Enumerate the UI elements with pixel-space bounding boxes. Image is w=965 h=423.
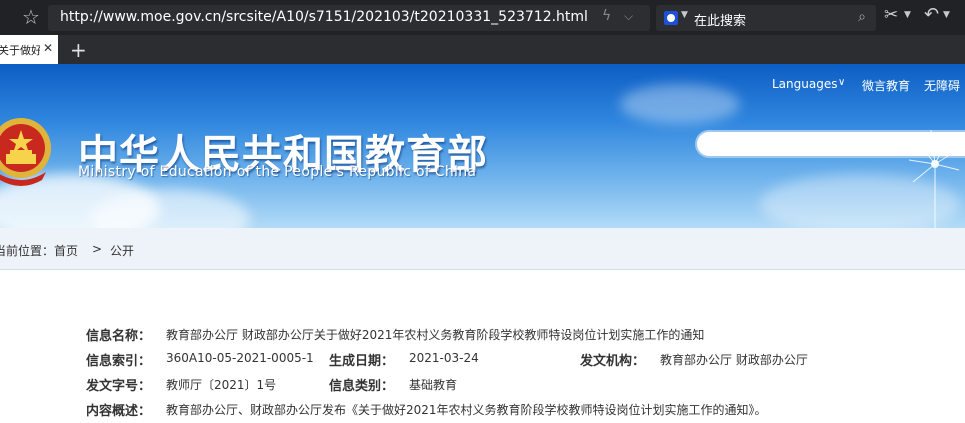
site-title-en: Ministry of Education of the People's Re… [78,164,477,180]
breadcrumb-separator: > [92,242,103,256]
bolt-icon[interactable]: ϟ [602,8,611,24]
plus-icon[interactable]: + [70,38,87,62]
info-category-label: 信息类别： [329,379,395,394]
document-info: 信息名称： 教育部办公厅 财政部办公厅关于做好2021年农村义务教育阶段学校教师… [0,270,965,423]
tab-bar: 关于做好 ✕ + [0,35,965,64]
address-bar-url: http://www.moe.gov.cn/srcsite/A10/s7151/… [60,9,588,25]
site-banner: Languages ∨ 微言教育 无障碍 中华人民共和国教育部 Ministry… [0,64,965,228]
breadcrumb-prefix: 当前位置： [0,244,55,258]
tab-label: 关于做好 [0,44,40,57]
chevron-down-icon[interactable]: ▼ [904,10,911,20]
info-summary-label: 内容概述： [86,404,152,419]
info-docno-label: 发文字号： [86,379,152,394]
accessibility-link[interactable]: 无障碍 [924,77,960,94]
browser-toolbar: ☆ http://www.moe.gov.cn/srcsite/A10/s715… [0,0,965,35]
info-name-value: 教育部办公厅 财政部办公厅关于做好2021年农村义务教育阶段学校教师特设岗位计划… [166,328,705,342]
search-engine-icon[interactable] [664,11,678,25]
close-icon[interactable]: ✕ [43,41,53,55]
tab-active[interactable]: 关于做好 ✕ [0,35,58,64]
info-org-value: 教育部办公厅 财政部办公厅 [660,353,808,367]
info-index-label: 信息索引： [86,354,152,369]
info-date-value: 2021-03-24 [409,351,479,365]
breadcrumb-home[interactable]: 首页 [54,242,78,259]
cloud-decoration [620,84,740,124]
dandelion-icon [908,129,962,228]
breadcrumb: 当前位置： 首页 > 公开 [0,228,965,270]
chevron-down-icon[interactable]: ⌵ [624,9,633,24]
chevron-down-icon[interactable]: ∨ [838,77,845,88]
address-bar[interactable]: http://www.moe.gov.cn/srcsite/A10/s7151/… [48,5,650,31]
info-date-label: 生成日期： [329,354,395,369]
info-index-value: 360A10-05-2021-0005-1 [166,351,314,365]
chevron-down-icon[interactable]: ▼ [943,10,950,20]
info-category-value: 基础教育 [409,378,458,392]
scissors-icon[interactable]: ✂ [884,5,898,25]
search-icon[interactable]: ⌕ [858,9,866,25]
info-summary-value: 教育部办公厅、财政部办公厅发布《关于做好2021年农村义务教育阶段学校教师特设岗… [166,403,767,417]
info-org-label: 发文机构： [580,354,646,369]
breadcrumb-current[interactable]: 公开 [110,242,134,259]
star-icon[interactable]: ☆ [22,6,40,28]
browser-search-box[interactable]: ▼ 在此搜索 ⌕ [656,5,876,31]
weiyan-link[interactable]: 微言教育 [862,77,910,94]
undo-icon[interactable]: ↶ [924,4,939,25]
browser-search-placeholder: 在此搜索 [694,14,747,29]
info-docno-value: 教师厅〔2021〕1号 [166,378,277,392]
languages-link[interactable]: Languages [772,77,837,91]
national-emblem-icon [0,118,51,186]
chevron-down-icon[interactable]: ▼ [681,10,688,20]
info-name-label: 信息名称： [86,329,152,344]
